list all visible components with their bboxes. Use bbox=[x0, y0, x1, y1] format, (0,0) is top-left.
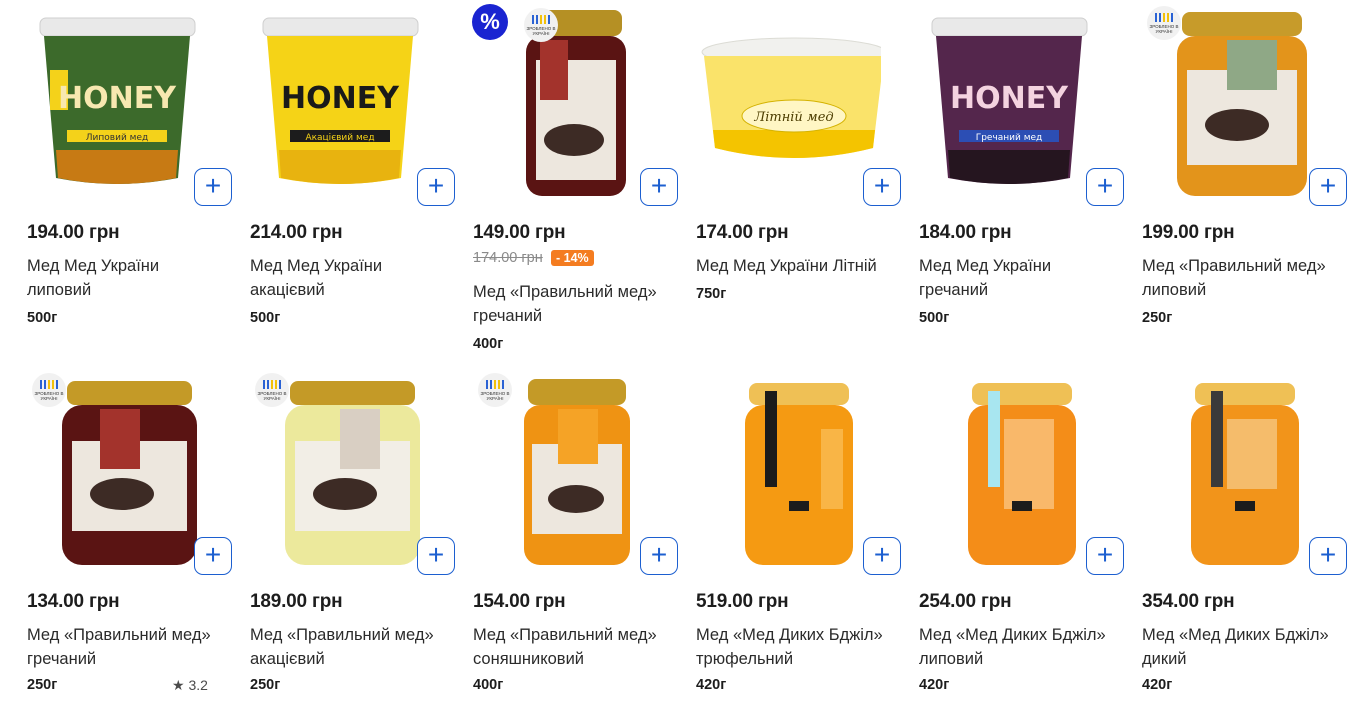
product-weight: 250г bbox=[250, 677, 281, 693]
product-card[interactable]: HONEY Акацієвий мед + 214.00 грн Мед Мед… bbox=[223, 0, 455, 350]
product-card[interactable]: + 519.00 грн Мед «Мед Диких Бджіл» трюфе… bbox=[669, 369, 901, 719]
product-name[interactable]: Мед Мед України акацієвий bbox=[250, 254, 450, 302]
svg-text:Гречаний мед: Гречаний мед bbox=[976, 133, 1043, 143]
product-card[interactable]: % ЗРОБЛЕНО В УКРАЇНІ + 149.00 грн 174.00… bbox=[446, 0, 678, 352]
honey-jar-wild-icon bbox=[968, 383, 1076, 565]
product-name[interactable]: Мед «Мед Диких Бджіл» трюфельний bbox=[696, 623, 896, 671]
product-weight: 500г bbox=[27, 310, 58, 326]
product-weight: 250г bbox=[27, 677, 58, 693]
made-in-ukraine-badge: ЗРОБЛЕНО В УКРАЇНІ bbox=[255, 373, 289, 407]
add-to-cart-button[interactable]: + bbox=[1309, 168, 1347, 206]
product-image[interactable]: HONEY Липовий мед bbox=[22, 0, 212, 210]
honey-jar-wild-icon bbox=[1191, 383, 1299, 565]
product-card[interactable]: ЗРОБЛЕНО В УКРАЇНІ + 154.00 грн Мед «Пра… bbox=[446, 369, 678, 719]
product-image[interactable] bbox=[691, 369, 881, 579]
product-card[interactable]: + 254.00 грн Мед «Мед Диких Бджіл» липов… bbox=[892, 369, 1124, 719]
product-name[interactable]: Мед «Правильний мед» акацієвий bbox=[250, 623, 450, 671]
product-price: 134.00 грн bbox=[27, 591, 120, 612]
product-price: 194.00 грн bbox=[27, 222, 120, 243]
svg-text:Акацієвий мед: Акацієвий мед bbox=[305, 133, 374, 143]
product-price: 199.00 грн bbox=[1142, 222, 1235, 243]
svg-text:Липовий мед: Липовий мед bbox=[86, 133, 148, 143]
product-card[interactable]: HONEY Гречаний мед + 184.00 грн Мед Мед … bbox=[892, 0, 1124, 350]
made-in-ukraine-badge: ЗРОБЛЕНО В УКРАЇНІ bbox=[1147, 6, 1181, 40]
discount-badge: - 14% bbox=[551, 250, 594, 266]
product-image[interactable]: HONEY Гречаний мед bbox=[914, 0, 1104, 210]
product-weight: 500г bbox=[250, 310, 281, 326]
honey-tub-yellow-icon: HONEY Акацієвий мед bbox=[262, 17, 419, 184]
product-image[interactable]: Літній мед bbox=[691, 0, 881, 210]
product-card[interactable]: HONEY Липовий мед + 194.00 грн Мед Мед У… bbox=[0, 0, 232, 350]
product-name[interactable]: Мед Мед України Літній bbox=[696, 254, 896, 278]
product-price: 149.00 грн bbox=[473, 222, 566, 243]
honey-tub-purple-icon: HONEY Гречаний мед bbox=[931, 17, 1088, 184]
svg-text:Літній мед: Літній мед bbox=[753, 110, 833, 125]
product-name[interactable]: Мед «Правильний мед» гречаний bbox=[473, 280, 673, 328]
honey-jar-wild-icon bbox=[745, 383, 853, 565]
product-name[interactable]: Мед Мед України гречаний bbox=[919, 254, 1119, 302]
product-name[interactable]: Мед «Правильний мед» гречаний bbox=[27, 623, 227, 671]
product-image[interactable]: HONEY Акацієвий мед bbox=[245, 0, 435, 210]
product-name[interactable]: Мед «Мед Диких Бджіл» дикий bbox=[1142, 623, 1342, 671]
product-weight: 500г bbox=[919, 310, 950, 326]
product-price: 254.00 грн bbox=[919, 591, 1012, 612]
product-price: 154.00 грн bbox=[473, 591, 566, 612]
old-price: 174.00 грн bbox=[473, 250, 543, 266]
honey-tub-cream-icon: Літній мед bbox=[701, 37, 881, 158]
product-image[interactable] bbox=[914, 369, 1104, 579]
product-price: 184.00 грн bbox=[919, 222, 1012, 243]
product-price: 214.00 грн bbox=[250, 222, 343, 243]
product-price: 189.00 грн bbox=[250, 591, 343, 612]
product-weight: 420г bbox=[1142, 677, 1173, 693]
product-card[interactable]: Літній мед + 174.00 грн Мед Мед України … bbox=[669, 0, 901, 350]
product-rating: ★ 3.2 bbox=[172, 677, 208, 693]
made-in-ukraine-badge: ЗРОБЛЕНО В УКРАЇНІ bbox=[478, 373, 512, 407]
made-in-ukraine-badge: ЗРОБЛЕНО В УКРАЇНІ bbox=[524, 8, 558, 42]
product-card[interactable]: ЗРОБЛЕНО В УКРАЇНІ + 189.00 грн Мед «Пра… bbox=[223, 369, 455, 719]
add-to-cart-button[interactable]: + bbox=[1309, 537, 1347, 575]
product-image[interactable] bbox=[1137, 369, 1327, 579]
product-price: 519.00 грн bbox=[696, 591, 789, 612]
product-card[interactable]: + 354.00 грн Мед «Мед Диких Бджіл» дикий… bbox=[1115, 369, 1347, 719]
product-weight: 750г bbox=[696, 286, 727, 302]
svg-text:HONEY: HONEY bbox=[58, 81, 177, 116]
product-weight: 400г bbox=[473, 336, 504, 352]
product-weight: 420г bbox=[919, 677, 950, 693]
svg-text:HONEY: HONEY bbox=[950, 81, 1069, 116]
made-in-ukraine-badge: ЗРОБЛЕНО В УКРАЇНІ bbox=[32, 373, 66, 407]
product-weight: 420г bbox=[696, 677, 727, 693]
promo-badge: % bbox=[472, 4, 508, 40]
product-card[interactable]: ЗРОБЛЕНО В УКРАЇНІ + 134.00 грн Мед «Пра… bbox=[0, 369, 232, 719]
honey-tub-green-icon: HONEY Липовий мед bbox=[39, 17, 196, 184]
product-name[interactable]: Мед «Правильний мед» липовий bbox=[1142, 254, 1342, 302]
product-name[interactable]: Мед Мед України липовий bbox=[27, 254, 227, 302]
product-name[interactable]: Мед «Правильний мед» соняшниковий bbox=[473, 623, 673, 671]
svg-text:HONEY: HONEY bbox=[281, 81, 400, 116]
product-price: 354.00 грн bbox=[1142, 591, 1235, 612]
product-name[interactable]: Мед «Мед Диких Бджіл» липовий bbox=[919, 623, 1119, 671]
product-grid: HONEY Липовий мед + 194.00 грн Мед Мед У… bbox=[0, 0, 1366, 707]
product-weight: 400г bbox=[473, 677, 504, 693]
product-weight: 250г bbox=[1142, 310, 1173, 326]
product-price: 174.00 грн bbox=[696, 222, 789, 243]
product-card[interactable]: ЗРОБЛЕНО В УКРАЇНІ + 199.00 грн Мед «Пра… bbox=[1115, 0, 1347, 350]
